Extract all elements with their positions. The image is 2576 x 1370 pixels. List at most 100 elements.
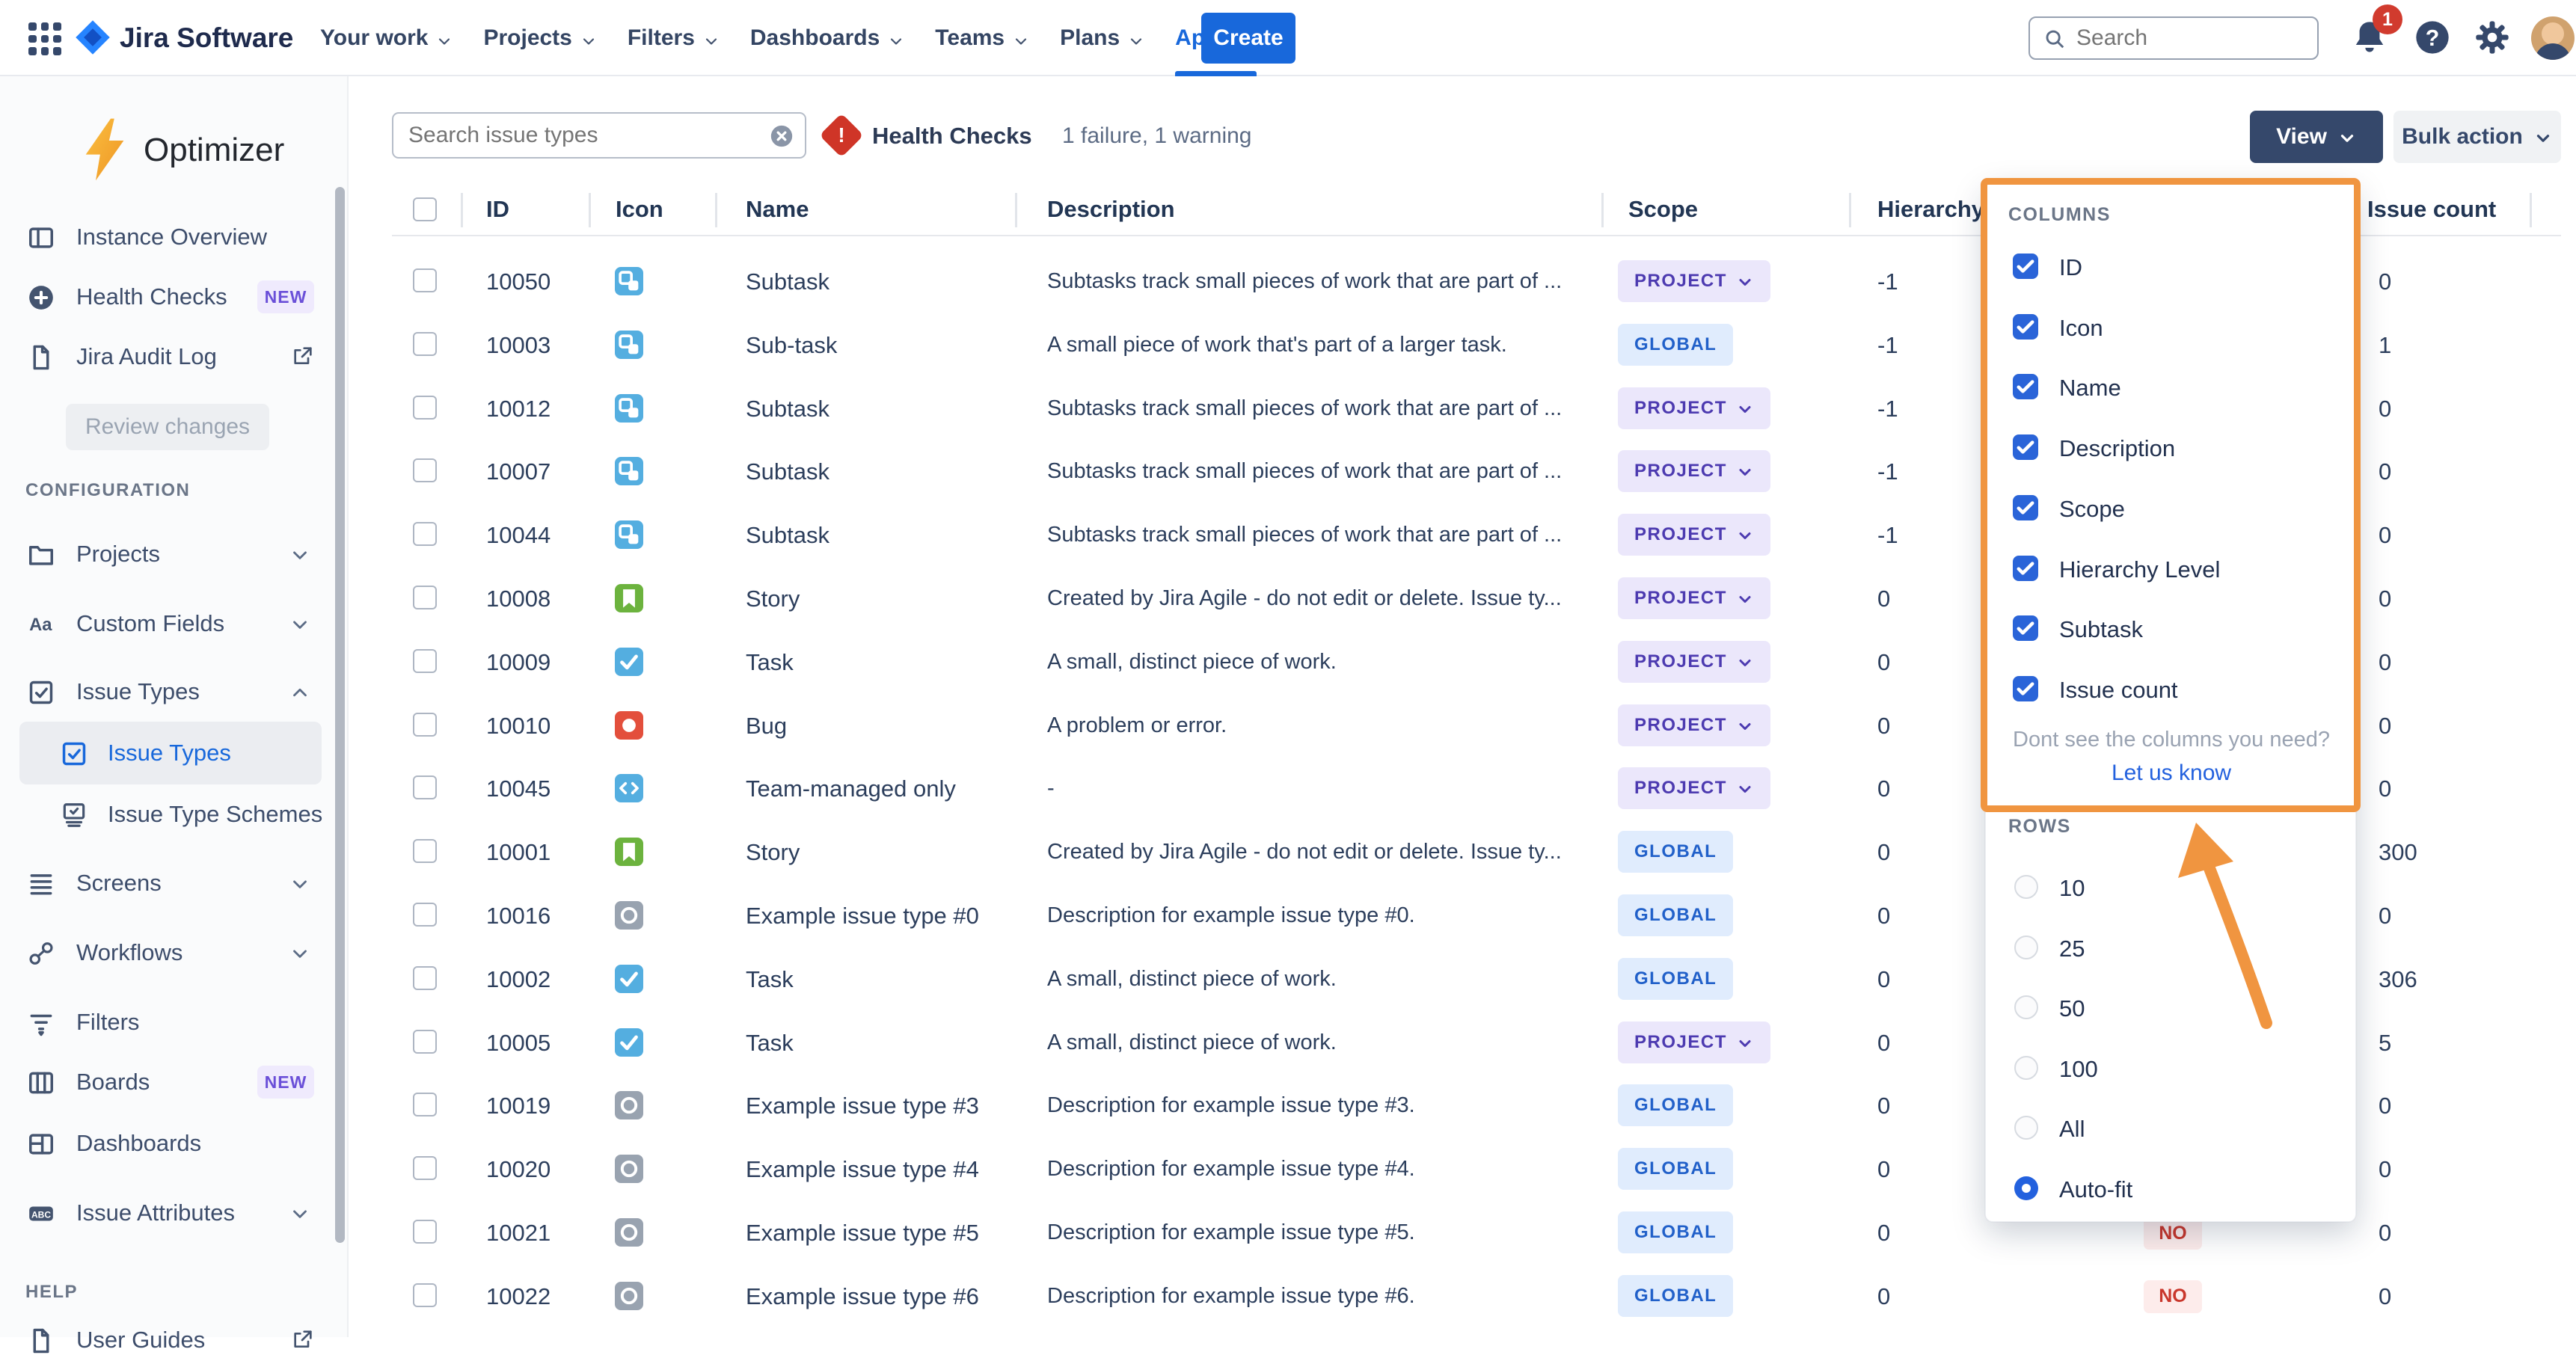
sidebar-scrollbar[interactable] [335,187,345,1243]
sidebar-item-filters[interactable]: Filters [0,992,349,1052]
nav-item-dashboards[interactable]: Dashboards [750,0,905,76]
scope-project-pill[interactable]: PROJECT [1618,450,1770,492]
chevron-up-icon [289,681,311,704]
chevron-down-icon [1736,463,1754,481]
rows-option-all[interactable]: All [1986,1098,2357,1158]
sidebar-item-instance-overview[interactable]: Instance Overview [0,207,349,267]
checkbox-checked-icon[interactable] [2013,556,2038,581]
checkbox-checked-icon[interactable] [2013,615,2038,641]
cell-id: 10008 [486,586,551,612]
row-checkbox[interactable] [413,966,437,990]
nav-item-filters[interactable]: Filters [628,0,720,76]
scope-project-pill[interactable]: PROJECT [1618,767,1770,809]
radio-icon[interactable] [2014,1056,2038,1080]
row-checkbox[interactable] [413,775,437,799]
sidebar-item-label: Instance Overview [76,224,267,251]
document-icon [27,343,55,372]
chevron-down-icon [1127,31,1145,49]
nav-item-teams[interactable]: Teams [935,0,1030,76]
bulk-action-button[interactable]: Bulk action [2393,111,2561,163]
checkbox-checked-icon[interactable] [2013,434,2038,460]
select-all-checkbox[interactable] [413,197,437,221]
health-warning-icon: ! [819,113,863,157]
scope-project-pill[interactable]: PROJECT [1618,514,1770,556]
row-checkbox[interactable] [413,586,437,609]
nav-item-your-work[interactable]: Your work [320,0,453,76]
sidebar-item-user-guides[interactable]: User Guides [0,1310,349,1370]
sidebar-item-jira-audit-log[interactable]: Jira Audit Log [0,327,349,387]
checkbox-checked-icon[interactable] [2013,374,2038,399]
view-button[interactable]: View [2250,111,2383,163]
row-checkbox[interactable] [413,839,437,863]
checkbox-checked-icon[interactable] [2013,314,2038,340]
issue-type-search-input[interactable] [408,117,752,153]
row-checkbox[interactable] [413,713,437,737]
table-row[interactable]: 10022Example issue type #6Description fo… [0,1264,2576,1327]
clear-search-icon[interactable] [769,123,794,149]
sidebar-item-boards[interactable]: BoardsNEW [0,1052,349,1112]
checkbox-checked-icon[interactable] [2013,495,2038,520]
scope-project-pill[interactable]: PROJECT [1618,387,1770,429]
radio-selected-icon[interactable] [2014,1176,2038,1200]
chevron-down-icon [1736,400,1754,418]
column-divider [1601,193,1604,227]
row-checkbox[interactable] [413,522,437,546]
nav-item-plans[interactable]: Plans [1060,0,1145,76]
scope-project-pill[interactable]: PROJECT [1618,641,1770,683]
row-checkbox[interactable] [413,332,437,356]
cell-name: Bug [746,713,787,740]
scope-project-pill[interactable]: PROJECT [1618,577,1770,619]
scope-project-pill[interactable]: PROJECT [1618,260,1770,302]
row-checkbox[interactable] [413,1156,437,1180]
nav-item-label: Plans [1060,25,1120,51]
radio-icon[interactable] [2014,875,2038,899]
issue-type-search[interactable] [392,112,806,159]
radio-icon[interactable] [2014,936,2038,959]
row-checkbox[interactable] [413,1030,437,1054]
sidebar-item-screens[interactable]: Screens [0,853,349,913]
rows-option-100[interactable]: 100 [1986,1038,2357,1098]
user-avatar[interactable] [2531,16,2575,60]
row-checkbox[interactable] [413,458,437,482]
sidebar-item-health-checks[interactable]: Health ChecksNEW [0,267,349,327]
checkbox-checked-icon[interactable] [2013,254,2038,279]
row-checkbox[interactable] [413,903,437,927]
optimizer-logo: Optimizer [81,115,305,187]
global-search[interactable] [2028,16,2319,60]
create-button[interactable]: Create [1201,13,1295,64]
rows-option-25[interactable]: 25 [1986,918,2357,977]
nav-item-projects[interactable]: Projects [483,0,597,76]
global-search-input[interactable] [2076,21,2308,55]
radio-icon[interactable] [2014,1116,2038,1140]
screen-check-icon [60,801,88,829]
row-checkbox[interactable] [413,649,437,673]
row-checkbox[interactable] [413,1093,437,1116]
health-checks-label[interactable]: Health Checks [872,123,1032,150]
scope-project-pill[interactable]: PROJECT [1618,704,1770,746]
rows-option-10[interactable]: 10 [1986,857,2357,917]
row-checkbox[interactable] [413,1220,437,1244]
help-icon[interactable]: ? [2413,18,2452,57]
app-switcher-icon[interactable] [28,22,61,55]
sidebar-item-issue-type-schemes[interactable]: Issue Type Schemes [0,784,349,844]
sidebar-item-issue-types[interactable]: Issue Types [0,662,349,722]
sidebar-item-projects[interactable]: Projects [0,524,349,584]
settings-gear-icon[interactable] [2473,18,2512,57]
review-changes-button[interactable]: Review changes [66,404,269,450]
rows-option-auto-fit[interactable]: Auto-fit [1986,1158,2357,1218]
sidebar-item-custom-fields[interactable]: AaCustom Fields [0,594,349,654]
row-checkbox[interactable] [413,396,437,420]
rows-option-label: 25 [2059,936,2085,962]
radio-icon[interactable] [2014,995,2038,1019]
sidebar-item-issue-types[interactable]: Issue Types [0,723,349,783]
row-checkbox[interactable] [413,268,437,292]
sidebar-item-issue-attributes[interactable]: ABCIssue Attributes [0,1183,349,1243]
sidebar-item-dashboards[interactable]: Dashboards [0,1113,349,1173]
row-checkbox[interactable] [413,1283,437,1307]
scope-project-pill[interactable]: PROJECT [1618,1022,1770,1063]
cell-description: A small, distinct piece of work. [1047,967,1337,992]
sidebar-item-workflows[interactable]: Workflows [0,923,349,983]
rows-option-50[interactable]: 50 [1986,977,2357,1037]
let-us-know-link[interactable]: Let us know [1986,761,2357,786]
checkbox-checked-icon[interactable] [2013,676,2038,701]
